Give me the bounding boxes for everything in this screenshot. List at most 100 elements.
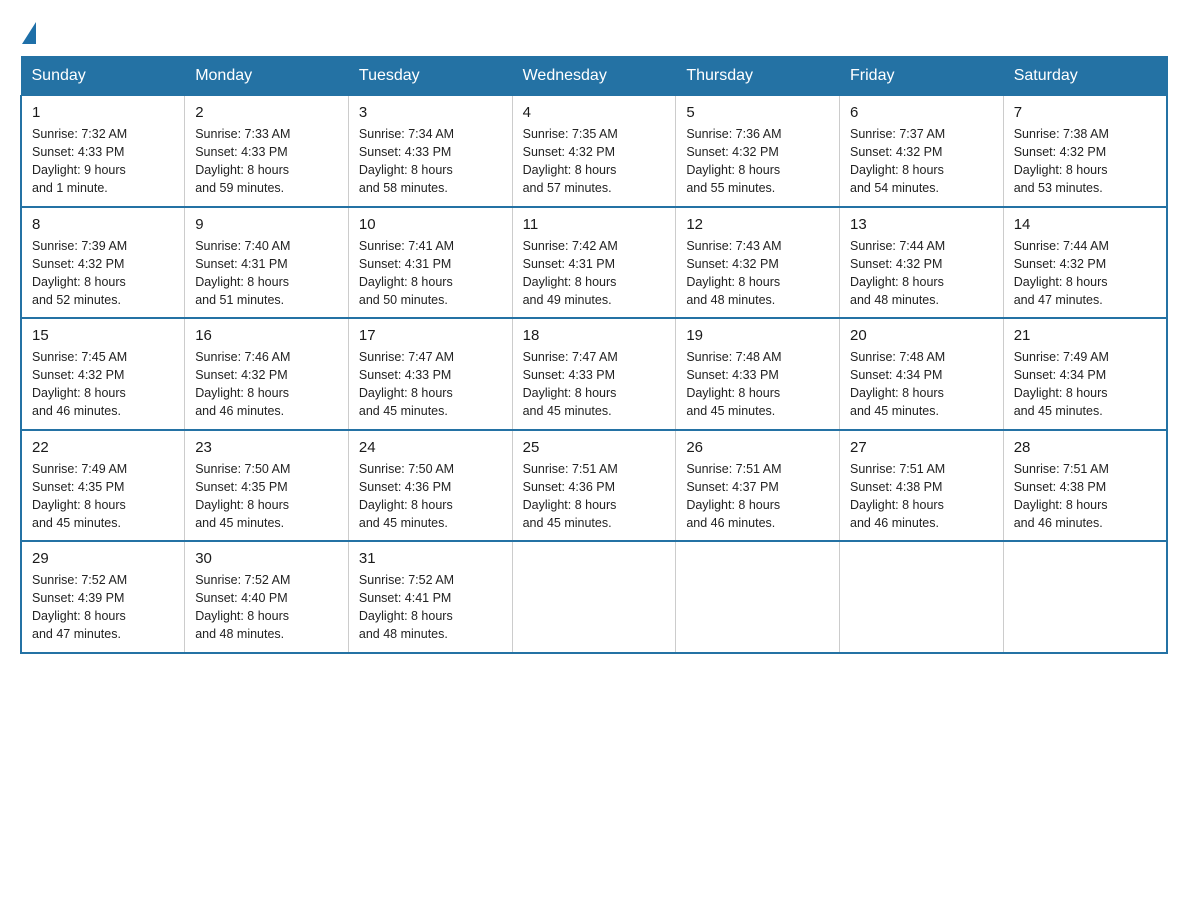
calendar-table: SundayMondayTuesdayWednesdayThursdayFrid…	[20, 56, 1168, 654]
day-number: 31	[359, 550, 502, 567]
calendar-day-cell: 3 Sunrise: 7:34 AM Sunset: 4:33 PM Dayli…	[348, 96, 512, 207]
day-number: 1	[32, 104, 174, 121]
day-number: 15	[32, 327, 174, 344]
day-info: Sunrise: 7:51 AM Sunset: 4:37 PM Dayligh…	[686, 460, 829, 533]
day-number: 14	[1014, 216, 1156, 233]
day-number: 17	[359, 327, 502, 344]
day-number: 8	[32, 216, 174, 233]
logo-triangle-icon	[22, 22, 36, 44]
day-info: Sunrise: 7:37 AM Sunset: 4:32 PM Dayligh…	[850, 125, 993, 198]
day-of-week-header: Monday	[185, 57, 349, 96]
calendar-day-cell: 29 Sunrise: 7:52 AM Sunset: 4:39 PM Dayl…	[21, 541, 185, 653]
day-info: Sunrise: 7:42 AM Sunset: 4:31 PM Dayligh…	[523, 237, 666, 310]
day-of-week-header: Wednesday	[512, 57, 676, 96]
day-info: Sunrise: 7:44 AM Sunset: 4:32 PM Dayligh…	[1014, 237, 1156, 310]
day-info: Sunrise: 7:46 AM Sunset: 4:32 PM Dayligh…	[195, 348, 338, 421]
calendar-header-row: SundayMondayTuesdayWednesdayThursdayFrid…	[21, 57, 1167, 96]
day-info: Sunrise: 7:52 AM Sunset: 4:40 PM Dayligh…	[195, 571, 338, 644]
page-header	[20, 20, 1168, 38]
calendar-week-row: 15 Sunrise: 7:45 AM Sunset: 4:32 PM Dayl…	[21, 318, 1167, 430]
day-number: 9	[195, 216, 338, 233]
day-number: 16	[195, 327, 338, 344]
day-info: Sunrise: 7:49 AM Sunset: 4:34 PM Dayligh…	[1014, 348, 1156, 421]
calendar-week-row: 8 Sunrise: 7:39 AM Sunset: 4:32 PM Dayli…	[21, 207, 1167, 319]
calendar-day-cell: 16 Sunrise: 7:46 AM Sunset: 4:32 PM Dayl…	[185, 318, 349, 430]
calendar-day-cell	[512, 541, 676, 653]
day-info: Sunrise: 7:51 AM Sunset: 4:36 PM Dayligh…	[523, 460, 666, 533]
day-info: Sunrise: 7:43 AM Sunset: 4:32 PM Dayligh…	[686, 237, 829, 310]
day-info: Sunrise: 7:36 AM Sunset: 4:32 PM Dayligh…	[686, 125, 829, 198]
day-number: 30	[195, 550, 338, 567]
day-number: 29	[32, 550, 174, 567]
day-info: Sunrise: 7:40 AM Sunset: 4:31 PM Dayligh…	[195, 237, 338, 310]
calendar-day-cell: 4 Sunrise: 7:35 AM Sunset: 4:32 PM Dayli…	[512, 96, 676, 207]
day-info: Sunrise: 7:39 AM Sunset: 4:32 PM Dayligh…	[32, 237, 174, 310]
calendar-day-cell: 5 Sunrise: 7:36 AM Sunset: 4:32 PM Dayli…	[676, 96, 840, 207]
day-number: 21	[1014, 327, 1156, 344]
day-number: 28	[1014, 439, 1156, 456]
day-info: Sunrise: 7:41 AM Sunset: 4:31 PM Dayligh…	[359, 237, 502, 310]
calendar-day-cell: 9 Sunrise: 7:40 AM Sunset: 4:31 PM Dayli…	[185, 207, 349, 319]
day-of-week-header: Tuesday	[348, 57, 512, 96]
calendar-day-cell: 30 Sunrise: 7:52 AM Sunset: 4:40 PM Dayl…	[185, 541, 349, 653]
calendar-day-cell: 25 Sunrise: 7:51 AM Sunset: 4:36 PM Dayl…	[512, 430, 676, 542]
calendar-day-cell: 19 Sunrise: 7:48 AM Sunset: 4:33 PM Dayl…	[676, 318, 840, 430]
day-info: Sunrise: 7:34 AM Sunset: 4:33 PM Dayligh…	[359, 125, 502, 198]
calendar-day-cell: 24 Sunrise: 7:50 AM Sunset: 4:36 PM Dayl…	[348, 430, 512, 542]
day-number: 11	[523, 216, 666, 233]
day-info: Sunrise: 7:52 AM Sunset: 4:39 PM Dayligh…	[32, 571, 174, 644]
day-number: 23	[195, 439, 338, 456]
day-info: Sunrise: 7:50 AM Sunset: 4:36 PM Dayligh…	[359, 460, 502, 533]
day-number: 10	[359, 216, 502, 233]
day-info: Sunrise: 7:35 AM Sunset: 4:32 PM Dayligh…	[523, 125, 666, 198]
day-number: 19	[686, 327, 829, 344]
day-number: 2	[195, 104, 338, 121]
calendar-day-cell: 15 Sunrise: 7:45 AM Sunset: 4:32 PM Dayl…	[21, 318, 185, 430]
day-number: 18	[523, 327, 666, 344]
day-info: Sunrise: 7:45 AM Sunset: 4:32 PM Dayligh…	[32, 348, 174, 421]
day-number: 12	[686, 216, 829, 233]
day-number: 4	[523, 104, 666, 121]
day-number: 27	[850, 439, 993, 456]
calendar-day-cell: 23 Sunrise: 7:50 AM Sunset: 4:35 PM Dayl…	[185, 430, 349, 542]
calendar-day-cell	[1003, 541, 1167, 653]
day-info: Sunrise: 7:38 AM Sunset: 4:32 PM Dayligh…	[1014, 125, 1156, 198]
calendar-day-cell	[676, 541, 840, 653]
calendar-day-cell: 31 Sunrise: 7:52 AM Sunset: 4:41 PM Dayl…	[348, 541, 512, 653]
calendar-day-cell: 11 Sunrise: 7:42 AM Sunset: 4:31 PM Dayl…	[512, 207, 676, 319]
calendar-day-cell: 17 Sunrise: 7:47 AM Sunset: 4:33 PM Dayl…	[348, 318, 512, 430]
day-number: 22	[32, 439, 174, 456]
day-of-week-header: Sunday	[21, 57, 185, 96]
calendar-day-cell: 22 Sunrise: 7:49 AM Sunset: 4:35 PM Dayl…	[21, 430, 185, 542]
calendar-day-cell: 28 Sunrise: 7:51 AM Sunset: 4:38 PM Dayl…	[1003, 430, 1167, 542]
day-info: Sunrise: 7:49 AM Sunset: 4:35 PM Dayligh…	[32, 460, 174, 533]
calendar-week-row: 29 Sunrise: 7:52 AM Sunset: 4:39 PM Dayl…	[21, 541, 1167, 653]
calendar-day-cell: 6 Sunrise: 7:37 AM Sunset: 4:32 PM Dayli…	[840, 96, 1004, 207]
calendar-day-cell: 8 Sunrise: 7:39 AM Sunset: 4:32 PM Dayli…	[21, 207, 185, 319]
calendar-day-cell: 18 Sunrise: 7:47 AM Sunset: 4:33 PM Dayl…	[512, 318, 676, 430]
day-of-week-header: Saturday	[1003, 57, 1167, 96]
calendar-day-cell: 12 Sunrise: 7:43 AM Sunset: 4:32 PM Dayl…	[676, 207, 840, 319]
day-info: Sunrise: 7:32 AM Sunset: 4:33 PM Dayligh…	[32, 125, 174, 198]
calendar-day-cell: 1 Sunrise: 7:32 AM Sunset: 4:33 PM Dayli…	[21, 96, 185, 207]
day-info: Sunrise: 7:47 AM Sunset: 4:33 PM Dayligh…	[359, 348, 502, 421]
calendar-day-cell: 20 Sunrise: 7:48 AM Sunset: 4:34 PM Dayl…	[840, 318, 1004, 430]
calendar-day-cell: 10 Sunrise: 7:41 AM Sunset: 4:31 PM Dayl…	[348, 207, 512, 319]
day-info: Sunrise: 7:48 AM Sunset: 4:34 PM Dayligh…	[850, 348, 993, 421]
calendar-day-cell: 13 Sunrise: 7:44 AM Sunset: 4:32 PM Dayl…	[840, 207, 1004, 319]
day-number: 26	[686, 439, 829, 456]
calendar-day-cell: 7 Sunrise: 7:38 AM Sunset: 4:32 PM Dayli…	[1003, 96, 1167, 207]
day-info: Sunrise: 7:51 AM Sunset: 4:38 PM Dayligh…	[850, 460, 993, 533]
calendar-day-cell: 21 Sunrise: 7:49 AM Sunset: 4:34 PM Dayl…	[1003, 318, 1167, 430]
day-of-week-header: Friday	[840, 57, 1004, 96]
day-info: Sunrise: 7:44 AM Sunset: 4:32 PM Dayligh…	[850, 237, 993, 310]
calendar-week-row: 22 Sunrise: 7:49 AM Sunset: 4:35 PM Dayl…	[21, 430, 1167, 542]
day-number: 25	[523, 439, 666, 456]
day-info: Sunrise: 7:50 AM Sunset: 4:35 PM Dayligh…	[195, 460, 338, 533]
day-info: Sunrise: 7:51 AM Sunset: 4:38 PM Dayligh…	[1014, 460, 1156, 533]
day-number: 24	[359, 439, 502, 456]
calendar-week-row: 1 Sunrise: 7:32 AM Sunset: 4:33 PM Dayli…	[21, 96, 1167, 207]
calendar-day-cell: 14 Sunrise: 7:44 AM Sunset: 4:32 PM Dayl…	[1003, 207, 1167, 319]
day-number: 6	[850, 104, 993, 121]
day-of-week-header: Thursday	[676, 57, 840, 96]
